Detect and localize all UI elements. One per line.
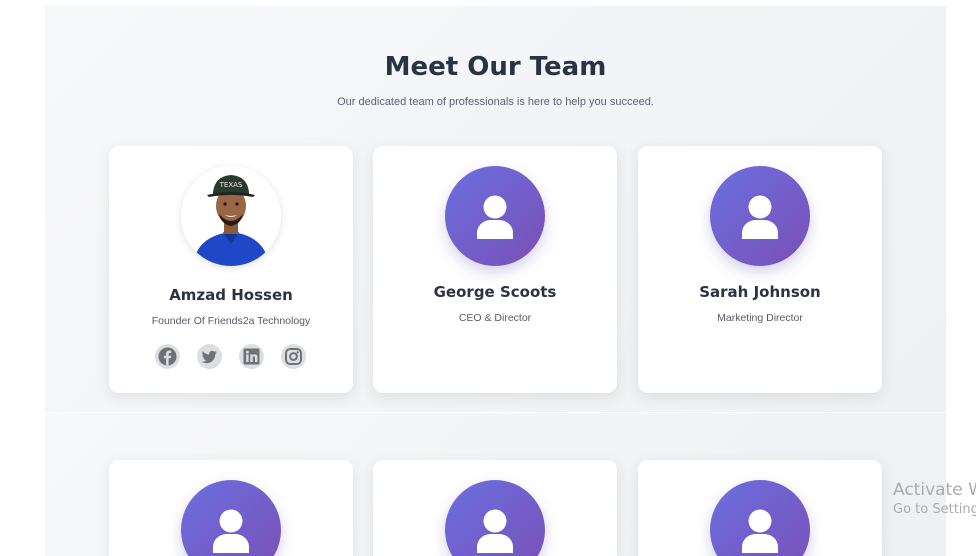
member-photo: TEXAS — [181, 166, 281, 266]
member-name: Amzad Hossen — [169, 286, 293, 304]
user-placeholder-icon — [710, 480, 810, 556]
team-card — [109, 460, 353, 556]
twitter-icon[interactable] — [197, 344, 222, 369]
team-card — [638, 460, 882, 556]
team-card — [373, 460, 617, 556]
svg-text:TEXAS: TEXAS — [219, 181, 243, 189]
linkedin-icon[interactable] — [239, 344, 264, 369]
team-section-row-2 — [45, 413, 946, 556]
user-placeholder-icon — [710, 166, 810, 266]
user-placeholder-icon — [445, 166, 545, 266]
activation-watermark: Activate W Go to Setting — [893, 479, 976, 518]
section-title: Meet Our Team — [384, 52, 607, 82]
user-placeholder-icon — [181, 480, 281, 556]
member-role: Marketing Director — [717, 312, 803, 324]
social-links — [155, 344, 307, 370]
team-section: Meet Our Team Our dedicated team of prof… — [45, 6, 946, 412]
team-card-sarah-johnson: Sarah Johnson Marketing Director — [638, 146, 882, 393]
watermark-line-2: Go to Setting — [893, 502, 976, 517]
team-card-amzad-hossen: TEXAS Amzad Hossen Founder Of Friends2a … — [109, 146, 353, 393]
member-name: Sarah Johnson — [699, 283, 821, 301]
team-page: Meet Our Team Our dedicated team of prof… — [0, 0, 976, 556]
instagram-icon[interactable] — [281, 344, 306, 369]
facebook-icon[interactable] — [155, 344, 180, 369]
team-card-george-scoots: George Scoots CEO & Director — [373, 146, 617, 393]
user-placeholder-icon — [445, 480, 545, 556]
member-name: George Scoots — [433, 283, 557, 301]
member-role: CEO & Director — [458, 312, 532, 324]
section-subtitle: Our dedicated team of professionals is h… — [337, 96, 654, 108]
member-role: Founder Of Friends2a Technology — [151, 315, 311, 327]
watermark-line-1: Activate W — [893, 480, 976, 500]
